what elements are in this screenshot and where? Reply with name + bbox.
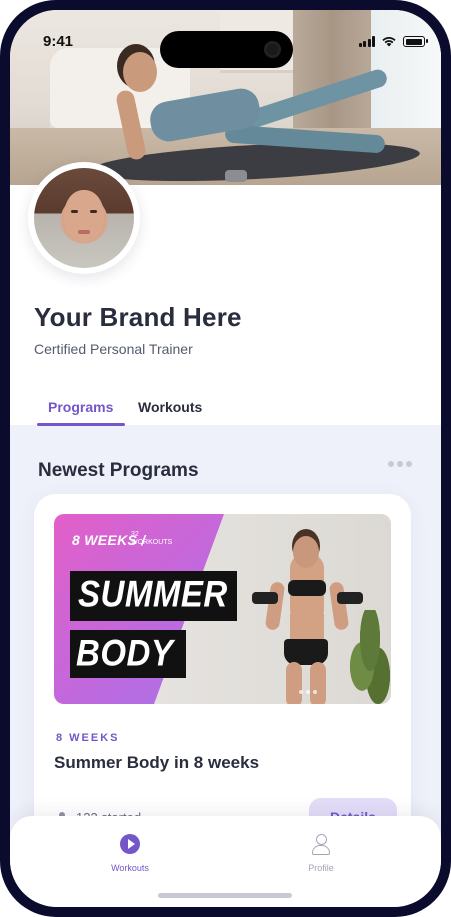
dumbbell-icon: [252, 592, 278, 604]
status-time: 9:41: [43, 33, 74, 50]
image-banner-body-text: BODY: [76, 631, 174, 674]
dynamic-island: [160, 31, 293, 68]
play-circle-icon: [120, 834, 140, 854]
avatar-face: [64, 190, 104, 242]
home-indicator[interactable]: [158, 893, 292, 898]
camera-icon: [264, 41, 281, 58]
nav-workouts[interactable]: Workouts: [90, 834, 170, 873]
tab-programs[interactable]: Programs: [48, 399, 113, 415]
avatar-lips: [78, 230, 90, 234]
tab-bar: Programs Workouts: [10, 393, 441, 428]
section-title: Newest Programs: [38, 460, 199, 481]
trainer-leg-left: [286, 662, 302, 704]
phone-frame: 9:41 Your Brand Here Certified Personal …: [0, 0, 451, 917]
nav-workouts-label: Workouts: [111, 863, 149, 873]
more-options-icon[interactable]: [388, 461, 412, 467]
program-image: 8 WEEKS / 32 WORKOUTS SUMMER BODY: [54, 514, 391, 704]
brand-subtitle: Certified Personal Trainer: [34, 341, 193, 357]
battery-icon: [403, 36, 428, 47]
image-workouts-label: WORKOUTS: [131, 539, 173, 546]
image-banner-summer: SUMMER: [70, 571, 237, 621]
image-workouts-number: 32: [131, 531, 139, 538]
avatar-eye-left: [71, 210, 78, 213]
wifi-icon: [382, 37, 396, 47]
nav-profile[interactable]: Profile: [281, 834, 361, 873]
trainer-head: [293, 536, 319, 568]
image-banner-summer-text: SUMMER: [78, 572, 228, 615]
app-screen: 9:41 Your Brand Here Certified Personal …: [10, 10, 441, 907]
trainer-top: [288, 580, 326, 596]
trainer-waist: [290, 614, 324, 642]
status-icons: [358, 36, 428, 47]
trainer-shorts: [284, 639, 328, 665]
avatar[interactable]: [28, 162, 140, 274]
active-tab-indicator: [37, 423, 125, 426]
image-workouts-count: 32 WORKOUTS: [131, 531, 172, 547]
trainer-leg-right: [310, 662, 326, 704]
avatar-photo: [34, 168, 134, 268]
dumbbell-icon: [337, 592, 363, 604]
program-duration-tag: 8 WEEKS: [56, 732, 120, 744]
image-carousel-dots: [299, 690, 317, 694]
hero-dumbbell: [225, 170, 247, 182]
hero-head: [123, 52, 157, 92]
plant-image: [350, 610, 390, 704]
brand-name: Your Brand Here: [34, 302, 242, 332]
avatar-eye-right: [90, 210, 97, 213]
signal-icon: [358, 36, 375, 47]
tab-workouts[interactable]: Workouts: [138, 399, 202, 415]
person-icon: [311, 834, 331, 855]
program-title: Summer Body in 8 weeks: [54, 753, 260, 772]
image-banner-body: BODY: [70, 630, 186, 678]
nav-profile-label: Profile: [308, 863, 334, 873]
